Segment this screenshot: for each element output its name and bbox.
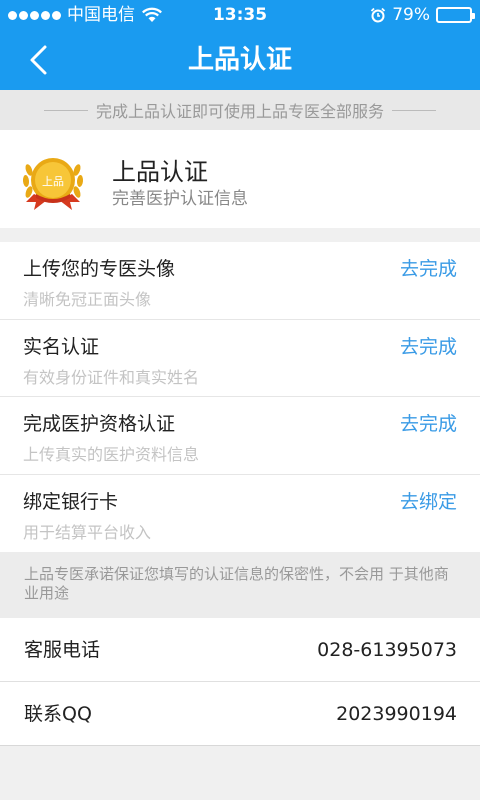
contact-value[interactable]: 028-61395073 xyxy=(317,618,457,682)
privacy-note: 上品专医承诺保证您填写的认证信息的保密性，不会用 于其他商业用途 xyxy=(0,552,480,618)
task-subtitle: 用于结算平台收入 xyxy=(23,522,152,542)
medal-icon: 上品 xyxy=(22,158,84,210)
medal-badge-text: 上品 xyxy=(42,175,64,188)
task-list: 上传您的专医头像 清晰免冠正面头像 去完成 实名认证 有效身份证件和真实姓名 去… xyxy=(0,242,480,552)
certification-title: 上品认证 xyxy=(112,158,208,186)
status-bar: 中国电信 13:35 79% xyxy=(0,0,480,30)
task-bind-bank-card[interactable]: 绑定银行卡 用于结算平台收入 去绑定 xyxy=(0,475,480,553)
contact-row-qq[interactable]: 联系QQ 2023990194 xyxy=(0,682,480,746)
task-action-link[interactable]: 去完成 xyxy=(400,332,457,359)
task-qualification[interactable]: 完成医护资格认证 上传真实的医护资料信息 去完成 xyxy=(0,397,480,475)
battery-percent: 79% xyxy=(392,5,430,25)
contact-list: 客服电话 028-61395073 联系QQ 2023990194 xyxy=(0,618,480,746)
alarm-icon xyxy=(371,7,386,23)
task-subtitle: 上传真实的医护资料信息 xyxy=(23,445,200,464)
task-title: 绑定银行卡 xyxy=(23,490,119,513)
task-subtitle: 清晰免冠正面头像 xyxy=(23,290,152,309)
contact-row-phone[interactable]: 客服电话 028-61395073 xyxy=(0,618,480,682)
contact-value[interactable]: 2023990194 xyxy=(336,682,457,746)
task-action-link[interactable]: 去绑定 xyxy=(400,487,457,514)
divider xyxy=(43,109,88,111)
task-subtitle: 有效身份证件和真实姓名 xyxy=(23,367,200,387)
top-bar: 中国电信 13:35 79% 上品认证 xyxy=(0,0,480,90)
task-action-link[interactable]: 去完成 xyxy=(400,254,457,281)
status-right: 79% xyxy=(370,0,475,30)
certification-card: 上品 上品认证 完善医护认证信息 xyxy=(0,130,480,228)
task-title: 上传您的专医头像 xyxy=(23,258,176,280)
page-title: 上品认证 xyxy=(187,45,292,75)
nav-bar: 上品认证 xyxy=(0,30,480,90)
task-real-name[interactable]: 实名认证 有效身份证件和真实姓名 去完成 xyxy=(0,320,480,397)
certification-subtitle: 完善医护认证信息 xyxy=(112,189,248,209)
task-action-link[interactable]: 去完成 xyxy=(400,409,457,436)
notice-banner: 完成上品认证即可使用上品专医全部服务 xyxy=(0,90,480,130)
task-title: 完成医护资格认证 xyxy=(23,413,176,435)
divider xyxy=(392,109,436,111)
contact-label: 联系QQ xyxy=(24,703,92,725)
battery-icon xyxy=(436,7,475,23)
task-upload-avatar[interactable]: 上传您的专医头像 清晰免冠正面头像 去完成 xyxy=(0,242,480,320)
contact-label: 客服电话 xyxy=(24,639,101,661)
notice-text: 完成上品认证即可使用上品专医全部服务 xyxy=(95,102,384,121)
task-title: 实名认证 xyxy=(23,335,100,358)
